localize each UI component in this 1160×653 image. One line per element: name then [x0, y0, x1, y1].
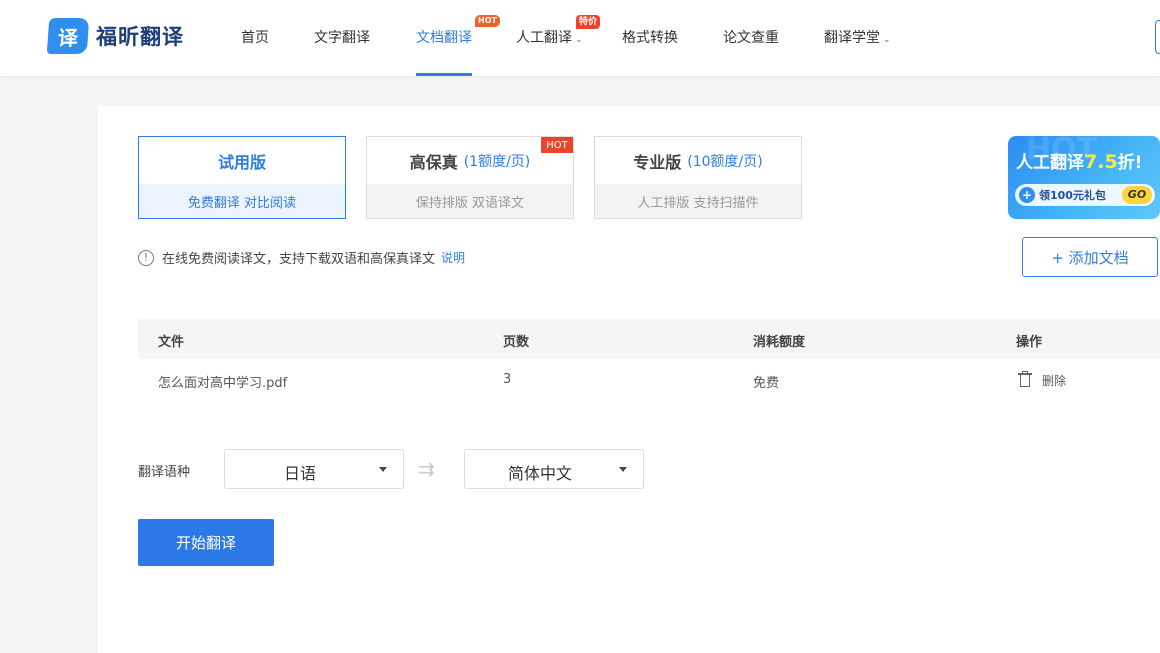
column-header-action: 操作: [1016, 335, 1043, 350]
table-header: 文件 页数 消耗额度 操作: [138, 319, 1160, 359]
column-header-pages: 页数: [503, 335, 530, 350]
target-language-select[interactable]: 简体中文: [464, 449, 644, 489]
plan-desc: 保持排版 双语译文: [367, 184, 573, 218]
hot-badge: HOT: [475, 15, 500, 27]
pages-cell: 3: [503, 372, 512, 387]
notice: ! 在线免费阅读译文，支持下载双语和高保真译文 说明: [138, 248, 465, 267]
nav-item-label: 翻译学堂: [824, 30, 880, 46]
file-name-cell: 怎么面对高中学习.pdf: [158, 376, 288, 391]
target-language-value: 简体中文: [507, 464, 572, 483]
nav-item-home[interactable]: 首页: [241, 27, 269, 47]
plan-price: (1额度/页): [463, 153, 531, 170]
plan-trial[interactable]: 试用版 免费翻译 对比阅读: [138, 136, 346, 219]
nav-item-format-convert[interactable]: 格式转换: [622, 27, 678, 47]
cost-cell: 免费: [753, 376, 780, 391]
swap-arrow-icon[interactable]: ⇉: [418, 457, 435, 481]
nav-item-text-translate[interactable]: 文字翻译: [314, 27, 370, 47]
hot-badge: HOT: [541, 137, 573, 153]
trash-icon[interactable]: [1018, 371, 1032, 387]
info-icon: !: [138, 249, 154, 266]
promo-title-suffix: 折!: [1117, 153, 1143, 173]
nav-item-label: 人工翻译: [516, 30, 572, 46]
promo-banner[interactable]: HOT 人工翻译7.5折! + 领100元礼包 GO: [1008, 136, 1160, 219]
delete-button[interactable]: 删除: [1042, 372, 1066, 389]
plan-high-fidelity[interactable]: 高保真 (1额度/页) 保持排版 双语译文 HOT: [366, 136, 574, 219]
plan-name: 高保真: [409, 152, 458, 172]
promo-title-prefix: 人工翻译: [1016, 153, 1084, 173]
plan-professional[interactable]: 专业版 (10额度/页) 人工排版 支持扫描件: [594, 136, 802, 219]
caret-down-icon: [619, 467, 627, 472]
nav-item-doc-translate[interactable]: 文档翻译: [416, 27, 472, 47]
promo-gift-text: 领100元礼包: [1039, 189, 1106, 202]
nav-item-translate-academy[interactable]: 翻译学堂 ⌄: [824, 27, 891, 47]
plan-name: 专业版: [633, 152, 682, 172]
column-header-cost: 消耗额度: [753, 335, 806, 350]
go-button[interactable]: GO: [1122, 186, 1152, 204]
active-tab-indicator: [416, 73, 472, 76]
logo[interactable]: 译 福昕翻译: [46, 18, 184, 54]
plan-price: (10额度/页): [687, 153, 763, 170]
plan-desc: 人工排版 支持扫描件: [595, 184, 801, 218]
trash-bin: [1020, 375, 1030, 387]
notice-link[interactable]: 说明: [441, 249, 465, 266]
sale-badge: 特价: [576, 15, 601, 29]
plus-icon: +: [1019, 187, 1035, 203]
notice-text: 在线免费阅读译文，支持下载双语和高保真译文: [162, 252, 436, 267]
brand-name: 福昕翻译: [96, 25, 184, 49]
start-translate-button[interactable]: 开始翻译: [138, 519, 274, 566]
column-header-file: 文件: [158, 335, 185, 350]
source-language-select[interactable]: 日语: [224, 449, 404, 489]
promo-title: 人工翻译7.5折!: [1016, 148, 1142, 173]
plan-title: 专业版 (10额度/页): [595, 137, 801, 184]
chevron-down-icon: ⌄: [883, 35, 891, 45]
add-document-button[interactable]: + 添加文档: [1022, 237, 1158, 277]
top-header: 译 福昕翻译 首页 文字翻译 文档翻译 HOT 人工翻译 ⌄ 特价 格式转换 论文…: [0, 0, 1160, 76]
promo-discount: 7.5: [1084, 151, 1118, 173]
nav-item-paper-check[interactable]: 论文查重: [723, 27, 779, 47]
nav-item-human-translate[interactable]: 人工翻译 ⌄: [516, 27, 583, 47]
promo-gift-pill[interactable]: + 领100元礼包 GO: [1015, 184, 1155, 206]
logo-icon: 译: [46, 18, 90, 54]
source-language-value: 日语: [283, 464, 316, 483]
language-label: 翻译语种: [138, 465, 191, 480]
plan-title: 试用版: [139, 137, 345, 184]
plan-name: 试用版: [217, 152, 266, 172]
plan-desc: 免费翻译 对比阅读: [139, 184, 345, 218]
header-right-button[interactable]: [1155, 20, 1160, 54]
caret-down-icon: [379, 467, 387, 472]
chevron-down-icon: ⌄: [575, 35, 583, 45]
